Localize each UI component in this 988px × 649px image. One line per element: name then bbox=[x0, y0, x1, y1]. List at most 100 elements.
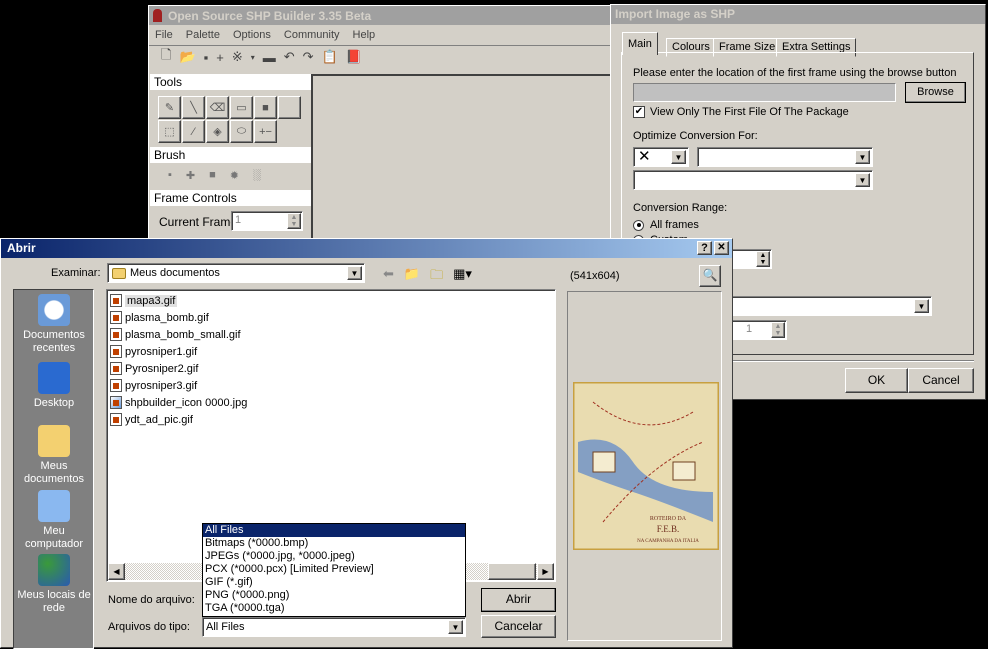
filetype-option[interactable]: TGA (*0000.tga) bbox=[203, 602, 465, 615]
up-folder-icon[interactable]: 📁 bbox=[404, 266, 420, 288]
open-icon[interactable]: 📂 bbox=[179, 49, 195, 65]
place-network[interactable]: Meus locais de rede bbox=[14, 554, 94, 615]
properties-icon[interactable]: 📋 bbox=[322, 49, 338, 65]
line-tool[interactable]: ╲ bbox=[182, 96, 205, 119]
filetype-dropdown-list: All Files Bitmaps (*0000.bmp) JPEGs (*00… bbox=[202, 523, 466, 617]
map-preview-image: ROTEIRO DA F.E.B. NA CAMPANHA DA ITALIA bbox=[573, 382, 719, 550]
place-my-documents[interactable]: Meus documentos bbox=[14, 425, 94, 486]
undo-icon[interactable]: ↶ bbox=[284, 49, 295, 65]
plus-minus-tool[interactable]: +− bbox=[254, 120, 277, 143]
file-name: pyrosniper1.gif bbox=[125, 345, 198, 358]
filetype-option[interactable]: GIF (*.gif) bbox=[203, 576, 465, 589]
new-folder-icon[interactable]: 🗀 bbox=[430, 266, 443, 288]
dropdown-icon[interactable]: ▾ bbox=[251, 53, 255, 62]
pencil-tool[interactable]: ✎ bbox=[158, 96, 181, 119]
file-item[interactable]: plasma_bomb_small.gif bbox=[107, 326, 555, 343]
file-item[interactable]: plasma_bomb.gif bbox=[107, 309, 555, 326]
save-icon[interactable]: ▪ bbox=[204, 50, 209, 65]
checkbox-checked-icon[interactable]: ✔ bbox=[633, 106, 645, 118]
toolbar: 🗋 📂 ▪ + ※ ▾ ▬ ↶ ↷ 📋 📕 bbox=[149, 45, 613, 68]
spinner-arrows[interactable]: ▲ ▼ bbox=[287, 213, 301, 229]
brush-4-icon[interactable]: ✹ bbox=[230, 169, 239, 182]
menu-file[interactable]: File bbox=[155, 29, 173, 41]
file-item[interactable]: shpbuilder_icon 0000.jpg bbox=[107, 394, 555, 411]
select-tool[interactable]: ⬚ bbox=[158, 120, 181, 143]
menu-community[interactable]: Community bbox=[284, 29, 340, 41]
optimize-combo-1[interactable]: ▼ bbox=[697, 147, 873, 167]
shp-title-bar: Open Source SHP Builder 3.35 Beta bbox=[149, 6, 613, 25]
filetype-option[interactable]: JPEGs (*0000.jpg, *0000.jpeg) bbox=[203, 550, 465, 563]
current-frame-spinner[interactable]: 1 ▲ ▼ bbox=[231, 211, 303, 231]
filetype-option[interactable]: All Files bbox=[203, 524, 465, 537]
menu-help[interactable]: Help bbox=[353, 29, 376, 41]
empty-tool[interactable] bbox=[278, 96, 301, 119]
filetype-option[interactable]: Bitmaps (*0000.bmp) bbox=[203, 537, 465, 550]
tab-main[interactable]: Main bbox=[622, 32, 658, 55]
close-button[interactable]: ✕ bbox=[714, 241, 729, 255]
fill-tool[interactable]: ◈ bbox=[206, 120, 229, 143]
brush-2-icon[interactable]: ✚ bbox=[186, 169, 195, 182]
optimize-icon-combo[interactable]: ✕ ▼ bbox=[633, 147, 689, 167]
open-button[interactable]: Abrir bbox=[481, 588, 556, 612]
browse-button[interactable]: Browse bbox=[905, 82, 966, 103]
chevron-down-icon[interactable]: ▼ bbox=[855, 150, 870, 164]
help-book-icon[interactable]: 📕 bbox=[346, 49, 362, 65]
chevron-down-icon[interactable]: ▼ bbox=[347, 266, 362, 280]
back-icon[interactable]: ⬅ bbox=[383, 266, 394, 288]
file-name: pyrosniper3.gif bbox=[125, 379, 198, 392]
gif-file-icon bbox=[110, 328, 122, 341]
chevron-down-icon[interactable]: ▼ bbox=[914, 299, 929, 313]
menu-palette[interactable]: Palette bbox=[186, 29, 220, 41]
lower-spinner-value: 1 bbox=[746, 323, 753, 335]
cancel-button[interactable]: Cancel bbox=[908, 368, 974, 393]
scroll-thumb[interactable] bbox=[488, 563, 536, 580]
chevron-down-icon[interactable]: ▼ bbox=[855, 173, 870, 187]
canvas-area[interactable] bbox=[311, 74, 611, 246]
optimize-combo-2[interactable]: ▼ bbox=[633, 170, 873, 190]
pattern-icon[interactable]: ※ bbox=[232, 49, 243, 65]
place-desktop[interactable]: Desktop bbox=[14, 362, 94, 410]
new-icon[interactable]: 🗋 bbox=[161, 46, 171, 68]
chevron-down-icon[interactable]: ▼ bbox=[448, 620, 463, 634]
redo-icon[interactable]: ↷ bbox=[303, 49, 314, 65]
ellipse-tool[interactable]: ⬭ bbox=[230, 120, 253, 143]
view-menu-icon[interactable]: ▦▾ bbox=[453, 266, 472, 288]
place-recent[interactable]: Documentos recentes bbox=[14, 294, 94, 355]
file-item[interactable]: ydt_ad_pic.gif bbox=[107, 411, 555, 428]
filetype-combo[interactable]: All Files ▼ bbox=[202, 617, 466, 637]
plus-icon[interactable]: + bbox=[216, 50, 224, 65]
my-documents-icon bbox=[38, 425, 70, 457]
brush-3-icon[interactable]: ■ bbox=[209, 169, 216, 182]
radio-all-frames[interactable]: All frames bbox=[633, 219, 699, 231]
look-in-combo[interactable]: Meus documentos ▼ bbox=[107, 263, 365, 283]
filetype-option[interactable]: PNG (*0000.png) bbox=[203, 589, 465, 602]
nav-toolbar: ⬅ 📁 🗀 ▦▾ bbox=[383, 266, 472, 288]
chevron-down-icon[interactable]: ▼ bbox=[671, 150, 686, 164]
filled-rect-tool[interactable]: ■ bbox=[254, 96, 277, 119]
menu-options[interactable]: Options bbox=[233, 29, 271, 41]
scroll-right-button[interactable]: ▶ bbox=[537, 563, 554, 580]
preview-toggle-icon[interactable]: 🔍 bbox=[699, 265, 721, 287]
places-bar: Documentos recentes Desktop Meus documen… bbox=[13, 289, 94, 649]
rectangle-tool[interactable]: ▭ bbox=[230, 96, 253, 119]
eraser-tool[interactable]: ⌫ bbox=[206, 96, 229, 119]
scroll-left-button[interactable]: ◀ bbox=[108, 563, 125, 580]
cancel-open-button[interactable]: Cancelar bbox=[481, 615, 556, 638]
file-item[interactable]: Pyrosniper2.gif bbox=[107, 360, 555, 377]
view-first-checkbox[interactable]: ✔ View Only The First File Of The Packag… bbox=[633, 106, 849, 118]
radio-selected-icon[interactable] bbox=[633, 219, 644, 231]
place-my-computer[interactable]: Meu computador bbox=[14, 490, 94, 551]
file-item[interactable]: pyrosniper1.gif bbox=[107, 343, 555, 360]
brush-1-icon[interactable]: ▪ bbox=[168, 169, 172, 182]
minus-icon[interactable]: ▬ bbox=[263, 50, 276, 65]
file-item[interactable]: mapa3.gif bbox=[107, 292, 555, 309]
spinner-arrows[interactable]: ▲ ▼ bbox=[771, 322, 785, 338]
filetype-option[interactable]: PCX (*0000.pcx) [Limited Preview] bbox=[203, 563, 465, 576]
file-item[interactable]: pyrosniper3.gif bbox=[107, 377, 555, 394]
ok-button[interactable]: OK bbox=[845, 368, 908, 393]
help-button[interactable]: ? bbox=[697, 241, 712, 255]
brush-spray-icon[interactable]: ░ bbox=[253, 169, 261, 182]
spinner-arrows[interactable]: ▲ ▼ bbox=[756, 251, 770, 267]
location-field[interactable] bbox=[633, 83, 896, 102]
dropper-tool[interactable]: ⁄ bbox=[182, 120, 205, 143]
